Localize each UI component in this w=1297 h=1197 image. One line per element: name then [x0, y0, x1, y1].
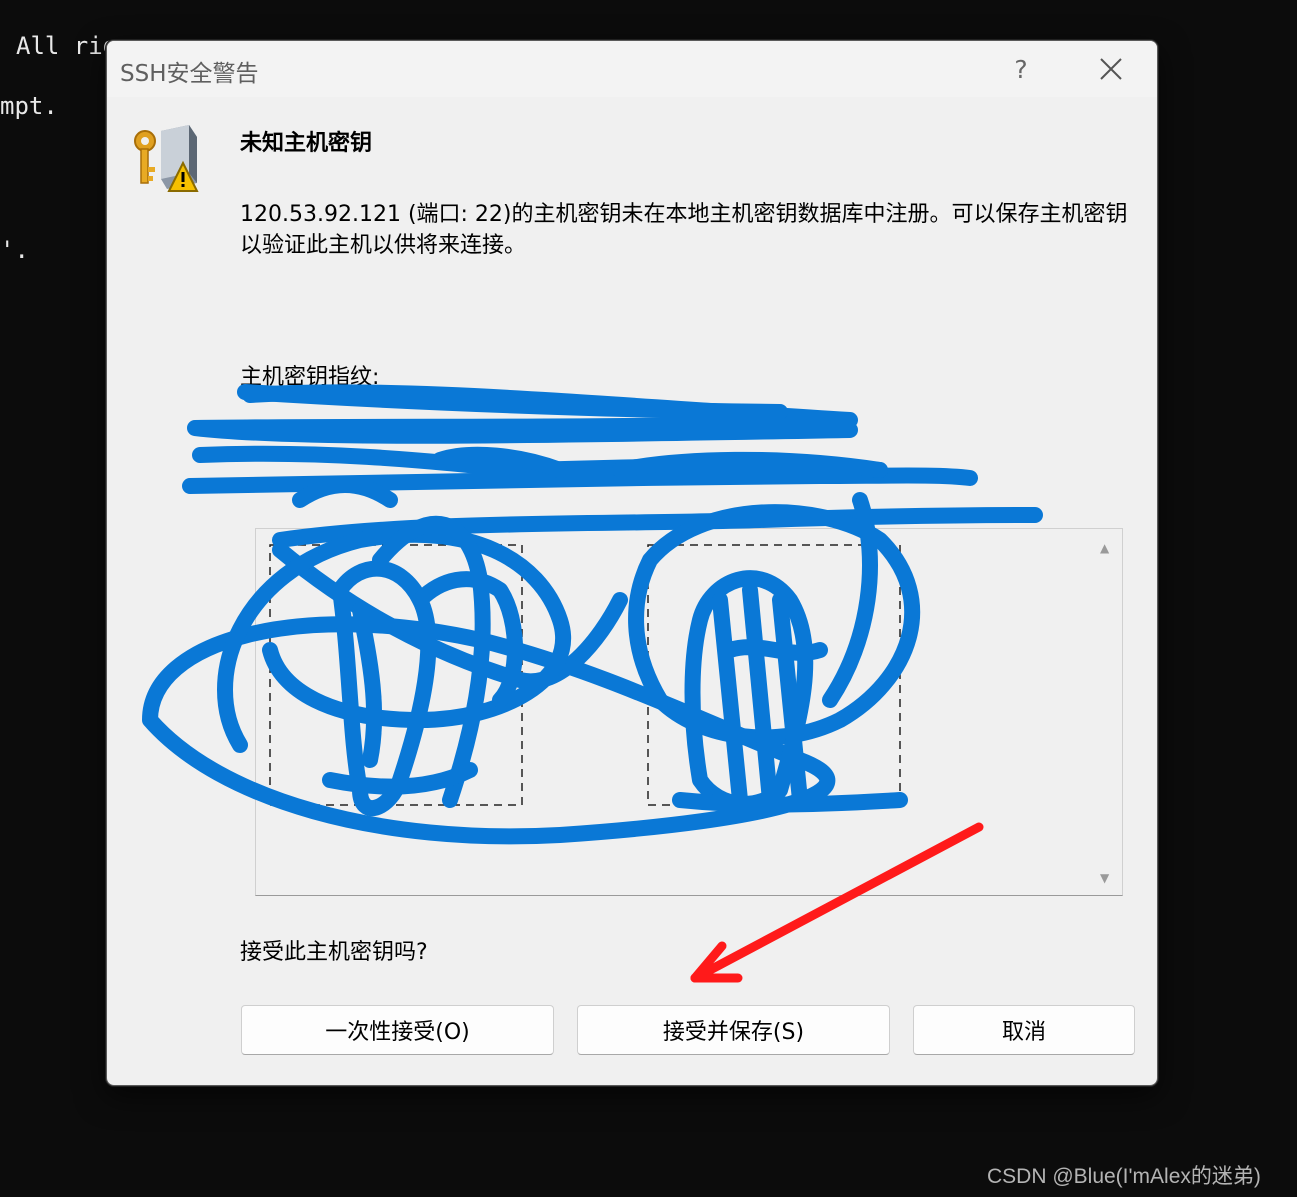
dialog-message: 120.53.92.121 (端口: 22)的主机密钥未在本地主机密钥数据库中注… — [240, 202, 1128, 258]
terminal-background: All rig mpt. '. — [0, 0, 117, 264]
scroll-up-icon[interactable]: ▲ — [1100, 541, 1109, 555]
terminal-line: '. — [0, 236, 29, 264]
ssh-security-warning-dialog: SSH安全警告 ? 未知主机密钥 120.53.92.121 (端口: 22)的… — [106, 40, 1158, 1086]
randomart-box[interactable]: ▲ ▼ — [255, 528, 1123, 896]
watermark: CSDN @Blue(I'mAlex的迷弟) — [987, 1165, 1261, 1188]
scroll-down-icon[interactable]: ▼ — [1100, 871, 1109, 885]
accept-once-button[interactable]: 一次性接受(O) — [241, 1005, 554, 1055]
scrollbar[interactable]: ▲ ▼ — [1092, 529, 1122, 895]
terminal-line: All rig — [16, 32, 118, 60]
cancel-button[interactable]: 取消 — [913, 1005, 1135, 1055]
help-button[interactable]: ? — [997, 47, 1045, 91]
accept-question: 接受此主机密钥吗? — [240, 940, 428, 965]
close-button[interactable] — [1085, 47, 1137, 91]
accept-and-save-button[interactable]: 接受并保存(S) — [577, 1005, 890, 1055]
dialog-heading: 未知主机密钥 — [240, 131, 373, 156]
window-title: SSH安全警告 — [120, 61, 259, 87]
close-icon — [1100, 58, 1122, 80]
terminal-line: mpt. — [0, 92, 58, 120]
fingerprint-label: 主机密钥指纹: — [240, 365, 380, 390]
randomart-frames — [269, 544, 901, 806]
key-warning-icon — [134, 125, 199, 192]
title-bar[interactable]: SSH安全警告 ? — [107, 41, 1157, 97]
